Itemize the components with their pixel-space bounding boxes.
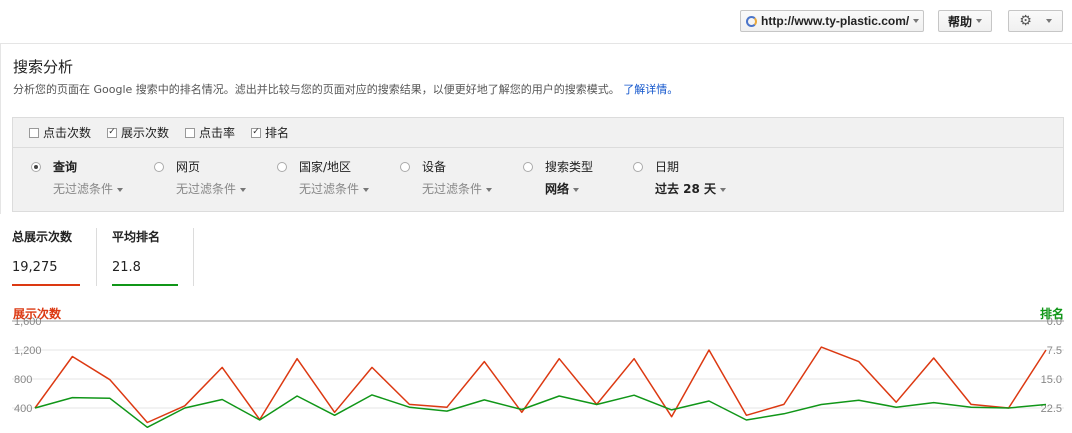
filter-panel: 点击次数 ✓ 展示次数 点击率 ✓ 排名 查询 无过滤条件 网页 无过滤条件 国家/地区 无过滤条件… [12,117,1064,212]
dimension-label: 日期 [655,160,680,174]
metric-label: 排名 [265,126,290,140]
metric-label: 展示次数 [121,126,170,140]
dimension-filter[interactable]: 国家/地区无过滤条件 [277,158,397,202]
top-bar: http://www.ty-plastic.com/ 帮助 ⚙ [0,0,1072,44]
chart-svg: 1,600 0.01,200 7.5800 15.0400 22.5 [12,316,1064,429]
site-selector[interactable]: http://www.ty-plastic.com/ [740,10,924,32]
chevron-down-icon [240,187,247,192]
radio-icon[interactable] [277,162,287,172]
metric-checkboxes: 点击次数 ✓ 展示次数 点击率 ✓ 排名 [13,118,1063,148]
radio-icon[interactable] [633,162,643,172]
metric-checkbox[interactable]: ✓ 排名 [251,124,289,141]
chevron-down-icon [117,187,124,192]
radio-icon[interactable] [400,162,410,172]
chevron-down-icon [913,19,920,23]
dimension-value-dropdown[interactable]: 过去 28 天 [655,180,727,197]
dimension-filter[interactable]: 日期过去 28 天 [633,158,753,202]
dimension-value-dropdown[interactable]: 无过滤条件 [422,180,493,197]
metric-checkbox[interactable]: ✓ 展示次数 [107,124,169,141]
page-title: 搜索分析 [13,58,74,76]
right-axis-title: 排名 [1039,307,1064,321]
total-value: 19,275 [12,260,58,275]
chevron-down-icon [976,19,982,23]
total-color-bar [112,284,178,286]
radio-icon[interactable] [523,162,533,172]
dimension-value-dropdown[interactable]: 无过滤条件 [176,180,247,197]
dimension-filter[interactable]: 设备 无过滤条件 [400,158,520,202]
divider [0,44,1,214]
dimension-value-dropdown[interactable]: 无过滤条件 [53,180,124,197]
radio-icon[interactable] [154,162,164,172]
site-url: http://www.ty-plastic.com/ [761,14,910,28]
chevron-down-icon [363,187,370,192]
chevron-down-icon [720,187,727,192]
gear-icon: ⚙ [1019,13,1032,29]
chevron-down-icon [573,187,580,192]
checkbox-checked-icon[interactable]: ✓ [107,127,118,138]
right-tick-label: 7.5 [1047,345,1062,357]
help-label: 帮助 [947,14,972,29]
dimension-filter[interactable]: 搜索类型 网络 [523,158,643,202]
total-impressions[interactable]: 总展示次数 19,275 [12,228,82,286]
metric-checkbox[interactable]: 点击率 [185,124,235,141]
left-axis-title: 展示次数 [13,307,62,321]
radio-icon[interactable] [31,162,41,172]
description-text: 分析您的页面在 Google 搜索中的排名情况。滤出并比较与您的页面对应的搜索结… [13,83,620,96]
dimension-value-dropdown[interactable]: 无过滤条件 [299,180,370,197]
dimension-label: 国家/地区 [299,160,352,174]
dimension-filters: 查询 无过滤条件 网页 无过滤条件 国家/地区 无过滤条件 设备 无过滤条件 搜索类型 网络 日期过… [13,148,1063,211]
learn-more-link[interactable]: 了解详情。 [623,83,678,96]
checkbox-unchecked-icon[interactable] [185,127,196,138]
metric-label: 点击次数 [43,126,92,140]
dimension-label: 查询 [53,160,78,174]
checkbox-unchecked-icon[interactable] [29,127,39,138]
total-label: 总展示次数 [12,230,73,244]
average-position[interactable]: 平均排名 21.8 [112,228,182,286]
impressions-series-line [34,346,1047,424]
right-tick-label: 15.0 [1041,374,1062,386]
left-tick-label: 800 [14,374,32,386]
left-tick-label: 400 [14,403,32,415]
dimension-value-dropdown[interactable]: 网络 [545,180,580,197]
performance-chart: 1,600 0.0 1,200 7.5 800 15.0 400 22.5 展示次数 排名 [0,300,1072,433]
checkbox-checked-icon[interactable]: ✓ [251,127,262,138]
dimension-filter[interactable]: 查询 无过滤条件 [31,158,151,202]
dimension-label: 搜索类型 [545,160,594,174]
dimension-label: 设备 [422,160,447,174]
divider [96,228,97,286]
metric-label: 点击率 [199,126,236,140]
page-description: 分析您的页面在 Google 搜索中的排名情况。滤出并比较与您的页面对应的搜索结… [13,81,678,97]
chevron-down-icon [1045,19,1052,23]
site-icon [746,15,757,27]
dimension-label: 网页 [176,160,201,174]
total-color-bar [12,284,80,286]
total-label: 平均排名 [112,230,161,244]
metric-checkbox[interactable]: 点击次数 [29,124,91,141]
chevron-down-icon [486,187,493,192]
settings-button[interactable]: ⚙ [1008,10,1063,32]
help-button[interactable]: 帮助 [938,10,992,32]
total-value: 21.8 [112,260,141,275]
left-tick-label: 1,200 [14,345,42,357]
dimension-filter[interactable]: 网页 无过滤条件 [154,158,274,202]
divider [193,228,194,286]
